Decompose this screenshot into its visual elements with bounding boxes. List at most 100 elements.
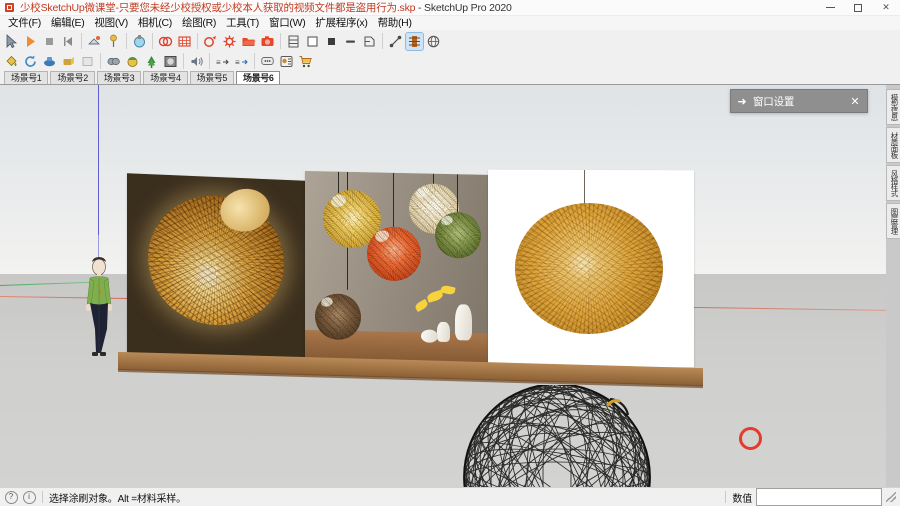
photo2-vase-round — [421, 329, 438, 343]
render-icon[interactable] — [41, 53, 58, 70]
sound-icon[interactable] — [188, 53, 205, 70]
layout-send-icon[interactable] — [361, 33, 378, 50]
menu-bar: 文件(F) 编辑(E) 视图(V) 相机(C) 绘图(R) 工具(T) 窗口(W) 扩展程序(… — [0, 16, 900, 30]
sketchup-window: 少校SketchUp微课堂-只要您未经少校授权或少校本人获取的视频文件都是盗用行… — [0, 0, 900, 506]
menu-camera[interactable]: 相机(C) — [133, 16, 177, 30]
layout-fill-icon[interactable] — [323, 33, 340, 50]
menu-draw[interactable]: 绘图(R) — [177, 16, 221, 30]
layout-page-icon[interactable] — [285, 33, 302, 50]
previous-scene-icon[interactable] — [60, 33, 77, 50]
window-settings-panel: ➜ 窗口设置 ✕ — [730, 89, 868, 113]
tray-tab-1[interactable]: 模型信息 — [886, 89, 900, 125]
photo2-ball-brown — [315, 293, 361, 341]
tray-tab-label: 模型信息 — [890, 94, 899, 120]
toolbar-separator — [197, 33, 198, 49]
batch-out-icon[interactable]: ≡ — [233, 53, 250, 70]
warehouse-model-icon[interactable] — [202, 33, 219, 50]
solid-tools-icon[interactable] — [157, 33, 174, 50]
lens-icon[interactable] — [105, 53, 122, 70]
scene-tab-1[interactable]: 场景号1 — [4, 71, 49, 84]
geo-location-icon[interactable] — [425, 33, 442, 50]
environment-icon[interactable] — [162, 53, 179, 70]
menu-window[interactable]: 窗口(W) — [264, 16, 310, 30]
arrow-right-icon[interactable]: ➜ — [735, 95, 749, 108]
string-ball-pendant-lamp[interactable] — [460, 385, 660, 487]
tray-tab-3[interactable]: 风格样式 — [886, 165, 900, 201]
cart-icon[interactable] — [297, 53, 314, 70]
menu-edit[interactable]: 编辑(E) — [46, 16, 90, 30]
toolbar-separator — [81, 33, 82, 49]
paint-bucket-icon[interactable] — [3, 53, 20, 70]
status-bar: ? i 选择涂刷对象。Alt =材料采样。 数值 — [0, 487, 900, 506]
folder-open-icon[interactable] — [240, 33, 257, 50]
chat-icon[interactable] — [259, 53, 276, 70]
window-settings-header[interactable]: ➜ 窗口设置 ✕ — [731, 90, 867, 112]
photo2-cord-1 — [338, 171, 339, 194]
help-circle-icon[interactable]: ? — [4, 490, 18, 504]
status-message: 选择涂刷对象。Alt =材料采样。 — [49, 493, 186, 505]
vcb-input[interactable] — [756, 488, 882, 506]
scene-tab-6[interactable]: 场景号6 — [236, 71, 281, 84]
reference-photo-pendant-lamp-group[interactable] — [305, 171, 493, 369]
layout-line-icon[interactable] — [342, 33, 359, 50]
select-tool-icon[interactable] — [3, 33, 20, 50]
menu-view[interactable]: 视图(V) — [89, 16, 133, 30]
refresh-icon[interactable] — [22, 53, 39, 70]
menu-help[interactable]: 帮助(H) — [373, 16, 417, 30]
sandbox-tool-icon[interactable] — [86, 33, 103, 50]
reference-photo-warm-lamp-closeup[interactable] — [127, 173, 305, 371]
batch-in-icon[interactable]: ≡ — [214, 53, 231, 70]
dynamic-components-icon[interactable] — [131, 33, 148, 50]
material-ball-icon[interactable] — [124, 53, 141, 70]
tray-tab-2[interactable]: 材质面板 — [886, 127, 900, 163]
toolbar-separator — [209, 53, 210, 69]
pin-tool-icon[interactable] — [105, 33, 122, 50]
guide-circle-small[interactable] — [739, 427, 762, 450]
menu-extensions[interactable]: 扩展程序(x) — [310, 16, 372, 30]
maximize-button[interactable] — [844, 0, 872, 15]
menu-file[interactable]: 文件(F) — [3, 16, 46, 30]
info-icon[interactable] — [278, 53, 295, 70]
measure-icon[interactable] — [387, 33, 404, 50]
section-tool-icon[interactable] — [405, 31, 424, 51]
drawing-area: ➜ 窗口设置 ✕ 模型信息材质面板风格样式图层管理 — [0, 85, 900, 487]
reference-photo-orange-lamp-white-bg[interactable] — [488, 169, 694, 368]
close-button[interactable]: ✕ — [872, 0, 900, 15]
minimize-button[interactable] — [816, 0, 844, 15]
play-animation-icon[interactable] — [22, 33, 39, 50]
toolbar-separator — [152, 33, 153, 49]
svg-text:≡: ≡ — [216, 58, 221, 67]
docked-tray-tabs: 模型信息材质面板风格样式图层管理 — [886, 89, 900, 241]
vegetation-icon[interactable] — [143, 53, 160, 70]
window-title-app: - SketchUp Pro 2020 — [415, 2, 512, 14]
viewport-3d[interactable]: ➜ 窗口设置 ✕ — [0, 85, 886, 487]
scene-tab-2[interactable]: 场景号2 — [50, 71, 95, 84]
photo2-ball-red — [367, 226, 421, 282]
scene-tab-3[interactable]: 场景号3 — [96, 71, 142, 84]
vcb-label: 数值 — [732, 493, 752, 505]
scene-tab-4[interactable]: 场景号4 — [143, 71, 188, 84]
menu-tools[interactable]: 工具(T) — [221, 16, 264, 30]
layout-new-icon[interactable] — [304, 33, 321, 50]
tray-tab-4[interactable]: 图层管理 — [886, 203, 900, 239]
texture-tool-icon[interactable] — [60, 53, 77, 70]
camera-match-icon[interactable] — [259, 33, 276, 50]
toolbar-row-1 — [0, 31, 900, 51]
sketchup-icon — [4, 2, 16, 13]
tray-tab-label: 图层管理 — [890, 208, 899, 234]
grid-icon[interactable] — [176, 33, 193, 50]
title-bar: 少校SketchUp微课堂-只要您未经少校授权或少校本人获取的视频文件都是盗用行… — [0, 0, 900, 16]
scene-tab-5[interactable]: 场景号5 — [189, 71, 235, 84]
info-circle-icon[interactable]: i — [22, 490, 36, 504]
photo2-ball-green — [435, 211, 481, 259]
blank-tool-icon[interactable] — [79, 53, 96, 70]
stop-icon[interactable] — [41, 33, 58, 50]
resize-grip[interactable] — [886, 492, 896, 502]
axis-blue — [98, 85, 99, 235]
window-title: 少校SketchUp微课堂-只要您未经少校授权或少校本人获取的视频文件都是盗用行… — [20, 0, 512, 15]
scale-figure-person[interactable] — [80, 257, 118, 357]
photo2-vase-short — [437, 321, 450, 343]
close-icon[interactable]: ✕ — [847, 95, 863, 108]
window-settings-title: 窗口设置 — [753, 95, 795, 108]
warehouse-settings-icon[interactable] — [221, 33, 238, 50]
